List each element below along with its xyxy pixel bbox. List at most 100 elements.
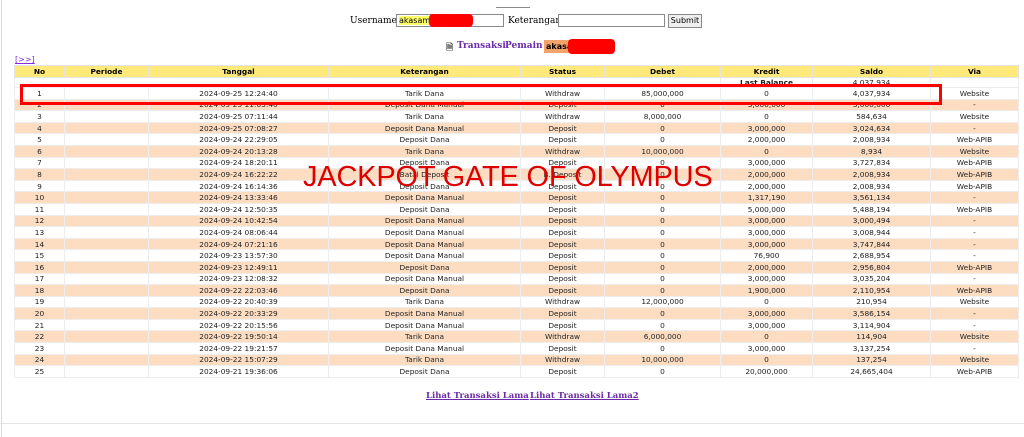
table-row: 17 2024-09-23 12:08:32 Deposit Dana Manual… [14, 272, 1019, 286]
cell-no: 12 [14, 214, 65, 228]
cell-kredit: 3,000,000 [720, 121, 813, 135]
cell-status: Deposit [520, 214, 605, 228]
cell-tanggal: 2024-09-24 20:13:28 [148, 144, 329, 158]
cell-kredit: 3,000,000 [720, 226, 813, 239]
cell-debet: 0 [604, 307, 721, 320]
cell-periode [64, 237, 149, 251]
cell-via: - [930, 272, 1019, 286]
cell-kredit: 2,000,000 [720, 133, 813, 146]
cell-via: Website [930, 87, 1019, 100]
cell-via: Website [930, 110, 1019, 123]
cell-no: 19 [14, 295, 65, 309]
cell-tanggal: 2024-09-24 16:14:36 [148, 179, 329, 193]
submit-button[interactable]: Submit [668, 14, 702, 28]
cell-kredit: 76,900 [720, 249, 813, 262]
cell-via: - [930, 342, 1019, 355]
cell-keterangan: Deposit Dana Manual [328, 226, 521, 239]
cell-tanggal: 2024-09-22 22:03:46 [148, 284, 329, 297]
cell-keterangan: Deposit Dana Manual [328, 214, 521, 228]
cell-no: 14 [14, 237, 65, 251]
cell-no: 17 [14, 272, 65, 286]
cell-kredit: 20,000,000 [720, 365, 813, 378]
cell-kredit: 0 [720, 144, 813, 158]
cell-via: Website [930, 330, 1019, 344]
transaction-table: No Periode Tanggal Keterangan Status Deb… [14, 65, 1019, 378]
col-saldo: Saldo [812, 65, 931, 78]
table-row: 11 2024-09-24 12:50:35 Deposit Dana Deposit… [14, 202, 1019, 216]
table-row: 4 2024-09-25 07:08:27 Deposit Dana Manual D… [14, 121, 1019, 135]
cell-no: 20 [14, 307, 65, 320]
cell-kredit: 3,000,000 [720, 156, 813, 170]
col-no: No [14, 65, 65, 78]
cell-no: 11 [14, 202, 65, 216]
cell-kredit: 3,000,000 [720, 272, 813, 286]
cell-saldo: 3,008,944 [812, 226, 931, 239]
cell-tanggal: 2024-09-24 12:50:35 [148, 202, 329, 216]
cell-tanggal: 2024-09-23 13:57:30 [148, 249, 329, 262]
old-transactions-link-2[interactable]: Lihat Transaksi Lama2 [530, 391, 639, 401]
cell-periode [64, 295, 149, 309]
table-row: 18 2024-09-22 22:03:46 Deposit Dana Deposit… [14, 284, 1019, 297]
cell-debet: 0 [604, 342, 721, 355]
cell-saldo: 3,114,904 [812, 318, 931, 332]
cell-status: Deposit [520, 121, 605, 135]
cell-status: Withdraw [520, 110, 605, 123]
cell-saldo: 5,488,194 [812, 202, 931, 216]
cell-kredit: 3,000,000 [720, 214, 813, 228]
cell-via: Web-APIB [930, 365, 1019, 378]
cell-status: Deposit [520, 226, 605, 239]
cell-kredit: 0 [720, 295, 813, 309]
cell-periode [64, 110, 149, 123]
table-row: 14 2024-09-24 07:21:16 Deposit Dana Manual… [14, 237, 1019, 251]
cell-via: - [930, 121, 1019, 135]
cell-status: Deposit [520, 272, 605, 286]
col-debet: Debet [604, 65, 721, 78]
redaction-mark [568, 39, 615, 54]
table-row: 19 2024-09-22 20:40:39 Tarik Dana Withdraw 1… [14, 295, 1019, 309]
col-kredit: Kredit [720, 65, 813, 78]
cell-no: 7 [14, 156, 65, 170]
cell-status: Withdraw [520, 353, 605, 367]
cell-keterangan: Deposit Dana Manual [328, 342, 521, 355]
cell-via: Web-APIB [930, 156, 1019, 170]
cell-keterangan: Tarik Dana [328, 295, 521, 309]
cell-debet: 0 [604, 237, 721, 251]
cell-no: 23 [14, 342, 65, 355]
cell-via: - [930, 98, 1019, 112]
cell-tanggal: 2024-09-24 22:29:05 [148, 133, 329, 146]
table-row: 20 2024-09-22 20:33:29 Deposit Dana Manual… [14, 307, 1019, 320]
cell-kredit: 3,000,000 [720, 318, 813, 332]
page-title: 🗎 Transaksi Pemain : akasa [0, 39, 1024, 55]
cell-no: 6 [14, 144, 65, 158]
cell-periode [64, 353, 149, 367]
cell-no: 22 [14, 330, 65, 344]
cell-debet: 0 [604, 226, 721, 239]
keterangan-input[interactable] [558, 14, 665, 27]
cell-saldo: 2,110,954 [812, 284, 931, 297]
cell-periode [64, 307, 149, 320]
cell-periode [64, 249, 149, 262]
cell-periode [64, 121, 149, 135]
cell-periode [64, 365, 149, 378]
cell-keterangan: Deposit Dana Manual [328, 121, 521, 135]
top-divider [496, 7, 530, 8]
cell-via: - [930, 249, 1019, 262]
cell-kredit: 2,000,000 [720, 260, 813, 274]
cell-keterangan: Deposit Dana [328, 284, 521, 297]
cell-keterangan: Tarik Dana [328, 330, 521, 344]
transaksi-link[interactable]: Transaksi [457, 41, 506, 51]
table-row: 21 2024-09-22 20:15:56 Deposit Dana Manual… [14, 318, 1019, 332]
cell-saldo: 137,254 [812, 353, 931, 367]
cell-saldo: 8,934 [812, 144, 931, 158]
cell-saldo: 2,008,934 [812, 179, 931, 193]
cell-via: Web-APIB [930, 202, 1019, 216]
old-transactions-link[interactable]: Lihat Transaksi Lama [426, 391, 529, 401]
cell-via: - [930, 191, 1019, 204]
cell-via: Website [930, 353, 1019, 367]
cell-keterangan: Deposit Dana [328, 202, 521, 216]
cell-periode [64, 144, 149, 158]
cell-periode [64, 202, 149, 216]
table-row: 23 2024-09-22 19:21:57 Deposit Dana Manual… [14, 342, 1019, 355]
next-page-link[interactable]: [>>] [15, 55, 35, 64]
cell-via: Web-APIB [930, 133, 1019, 146]
